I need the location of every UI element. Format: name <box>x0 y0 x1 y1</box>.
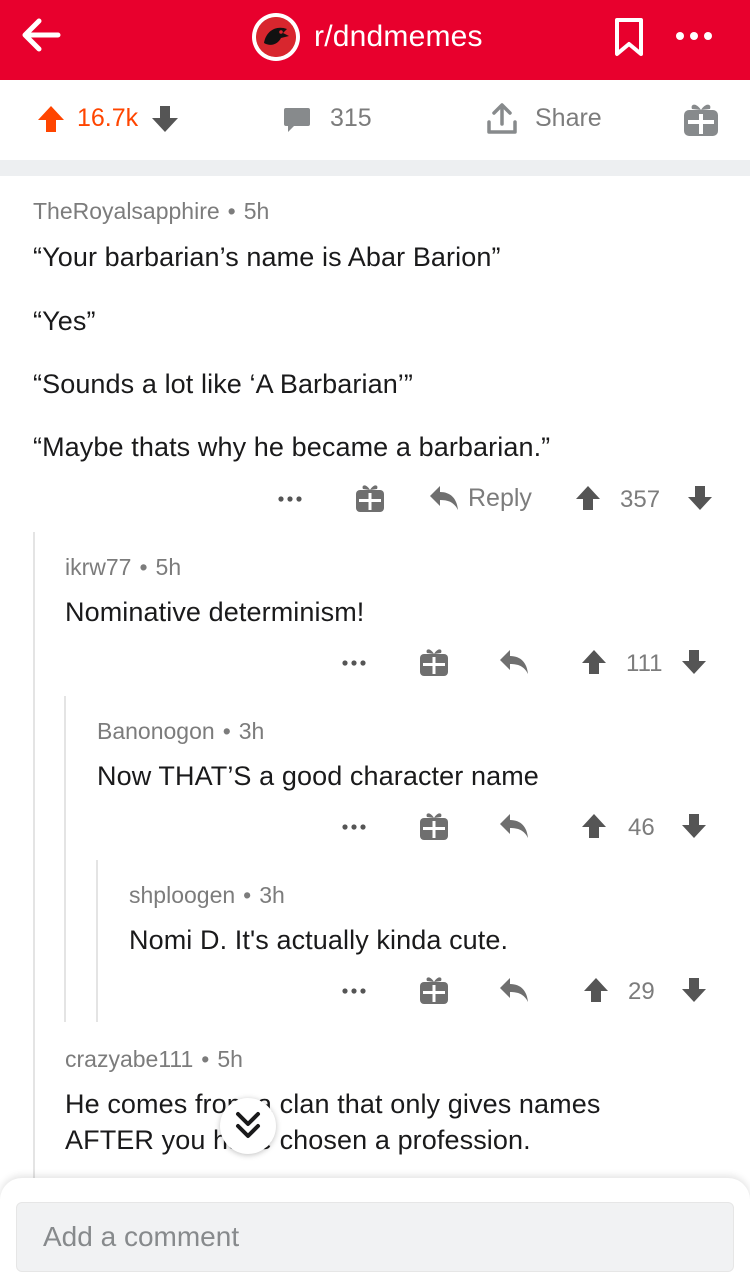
back-button[interactable] <box>20 14 62 56</box>
comment-meta: shploogen • 3h <box>129 882 285 908</box>
comment-body-line: Nominative determinism! <box>65 597 365 627</box>
comment-body-line: Now THAT’S a good character name <box>97 761 539 791</box>
bookmark-icon <box>615 18 643 56</box>
comment-more-icon[interactable] <box>340 816 368 838</box>
next-comment-button[interactable] <box>220 1098 276 1154</box>
comment-age: 5h <box>155 554 182 580</box>
downvote-icon[interactable] <box>680 812 708 840</box>
upvote-icon[interactable] <box>582 976 610 1004</box>
comment-bubble-icon[interactable] <box>282 105 312 135</box>
gift-award-icon[interactable] <box>418 974 450 1006</box>
subreddit-title[interactable]: r/dndmemes <box>252 12 483 62</box>
reply-icon[interactable] <box>498 812 530 840</box>
comment-body-line: Nomi D. It's actually kinda cute. <box>129 925 509 955</box>
reply-icon[interactable] <box>498 648 530 676</box>
comment-body-line: AFTER you have chosen a profession. <box>65 1125 531 1155</box>
ellipsis-icon <box>676 32 712 40</box>
comment-age: 3h <box>259 882 285 908</box>
back-arrow-icon <box>22 18 61 52</box>
add-comment-input[interactable]: Add a comment <box>16 1202 734 1272</box>
comment-meta: ikrw77 • 5h <box>65 554 182 580</box>
comment-score: 357 <box>620 486 661 513</box>
comment-body-line: “Maybe thats why he became a barbarian.” <box>33 432 551 462</box>
gift-award-icon[interactable] <box>682 100 720 138</box>
subreddit-avatar <box>252 13 300 61</box>
thread-line[interactable] <box>64 696 66 1022</box>
comment-meta: crazyabe111 • 5h <box>65 1046 243 1072</box>
comment-age: 5h <box>217 1046 243 1072</box>
upvote-icon[interactable] <box>580 812 608 840</box>
comment-body-line: “Sounds a lot like ‘A Barbarian’” <box>33 369 413 399</box>
thread-line[interactable] <box>96 860 98 1022</box>
share-icon[interactable] <box>486 102 518 136</box>
comment-body-line: “Yes” <box>33 306 96 336</box>
comment-meta: TheRoyalsapphire • 5h <box>33 198 270 224</box>
section-divider <box>0 160 750 176</box>
comment-author[interactable]: crazyabe111 <box>65 1046 193 1072</box>
downvote-icon[interactable] <box>686 484 714 512</box>
comment-body-line: He comes from a clan that only gives nam… <box>65 1089 601 1119</box>
gift-award-icon[interactable] <box>418 646 450 678</box>
comment-score: 29 <box>628 978 655 1005</box>
comment-author[interactable]: Banonogon <box>97 718 215 744</box>
reply-icon[interactable] <box>428 484 460 512</box>
downvote-icon[interactable] <box>680 976 708 1004</box>
reply-button[interactable]: Reply <box>468 484 532 513</box>
dragon-logo-icon <box>256 17 296 57</box>
comment-count[interactable]: 315 <box>330 104 372 133</box>
comment-score: 111 <box>626 650 663 677</box>
double-chevron-down-icon <box>236 1112 260 1138</box>
comment-body-line: “Your barbarian’s name is Abar Barion” <box>33 242 501 272</box>
upvote-icon[interactable] <box>574 484 602 512</box>
downvote-icon[interactable] <box>680 648 708 676</box>
upvote-icon[interactable] <box>580 648 608 676</box>
post-score: 16.7k <box>77 104 139 132</box>
subreddit-name: r/dndmemes <box>314 20 483 53</box>
comment-age: 3h <box>238 718 265 744</box>
comment-author[interactable]: ikrw77 <box>65 554 131 580</box>
bookmark-button[interactable] <box>612 16 646 58</box>
comment-age: 5h <box>243 198 270 224</box>
comment-more-icon[interactable] <box>340 980 368 1002</box>
comment-score: 46 <box>628 814 655 841</box>
upvote-icon[interactable] <box>36 104 66 134</box>
comment-author[interactable]: shploogen <box>129 882 235 908</box>
downvote-icon[interactable] <box>150 104 180 134</box>
comment-more-icon[interactable] <box>276 488 304 510</box>
share-button[interactable]: Share <box>535 104 602 133</box>
comment-meta: Banonogon • 3h <box>97 718 265 744</box>
thread-line[interactable] <box>33 532 35 1182</box>
more-options-button[interactable] <box>672 22 716 50</box>
top-app-bar: r/dndmemes <box>0 0 750 80</box>
gift-award-icon[interactable] <box>418 810 450 842</box>
gift-award-icon[interactable] <box>354 482 386 514</box>
comment-author[interactable]: TheRoyalsapphire <box>33 198 220 224</box>
comment-more-icon[interactable] <box>340 652 368 674</box>
reply-icon[interactable] <box>498 976 530 1004</box>
